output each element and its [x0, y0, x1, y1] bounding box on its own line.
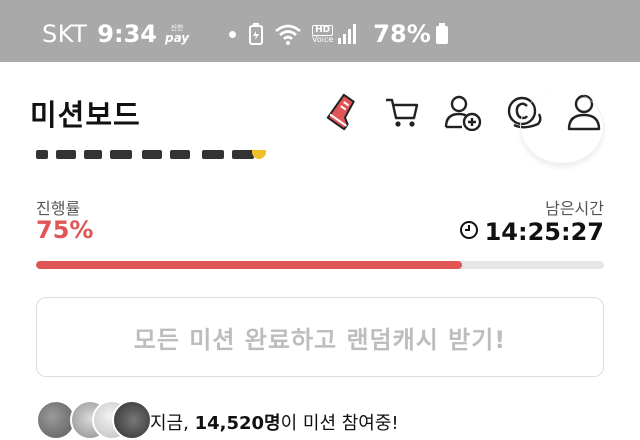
- battery-icon: [435, 23, 449, 45]
- partial-glyph: [84, 150, 102, 159]
- battery-saver-icon: [248, 23, 264, 45]
- notification-dot-icon: [229, 30, 237, 38]
- partial-glyph: [170, 150, 190, 159]
- carrier-label: SKT: [42, 20, 88, 48]
- partial-glyph: [36, 150, 48, 159]
- voice-label: Voice: [312, 34, 334, 44]
- status-left: SKT 9:34 신한 pay: [42, 20, 237, 48]
- participants-suffix: 이 미션 참여중!: [280, 413, 399, 434]
- progress-bar: [36, 261, 604, 269]
- cart-icon[interactable]: [382, 92, 422, 132]
- hd-label: HD: [312, 24, 334, 36]
- partial-card-circle: [520, 90, 604, 164]
- partial-glyph: [56, 150, 76, 159]
- partial-glyph: [110, 150, 132, 159]
- signal-icon: [337, 24, 357, 44]
- status-right: HD Voice 78%: [248, 20, 459, 48]
- participants-text: 지금, 14,520명이 미션 참여중!: [150, 409, 399, 435]
- participants-prefix: 지금,: [150, 413, 195, 434]
- hd-voice-indicator: HD Voice: [312, 24, 334, 44]
- add-friend-icon[interactable]: [443, 92, 483, 132]
- claim-random-cash-button[interactable]: 모든 미션 완료하고 랜덤캐시 받기!: [36, 297, 604, 377]
- progress-bar-fill: [36, 261, 462, 269]
- participants-count: 14,520명: [194, 413, 281, 434]
- remaining-time-label: 남은시간: [545, 199, 604, 218]
- partial-text-row: [36, 150, 266, 162]
- shoe-icon[interactable]: [324, 92, 364, 132]
- remaining-time: 14:25:27: [459, 218, 604, 246]
- pay-label: pay: [164, 30, 190, 45]
- wifi-icon: [274, 23, 302, 45]
- progress-value: 75%: [36, 216, 94, 244]
- partial-glyph: [232, 150, 254, 159]
- status-bar: SKT 9:34 신한 pay HD Voice 78%: [0, 0, 640, 62]
- partial-glyph: [202, 150, 224, 159]
- clock-icon: [459, 220, 479, 244]
- pay-badge: 신한 pay: [164, 24, 190, 45]
- clock: 9:34: [97, 20, 157, 48]
- remaining-time-value: 14:25:27: [484, 218, 604, 246]
- page-title: 미션보드: [30, 98, 141, 132]
- avatar: [112, 400, 152, 440]
- battery-percent: 78%: [373, 20, 431, 48]
- partial-glyph: [142, 150, 162, 159]
- participant-avatars: [36, 400, 152, 440]
